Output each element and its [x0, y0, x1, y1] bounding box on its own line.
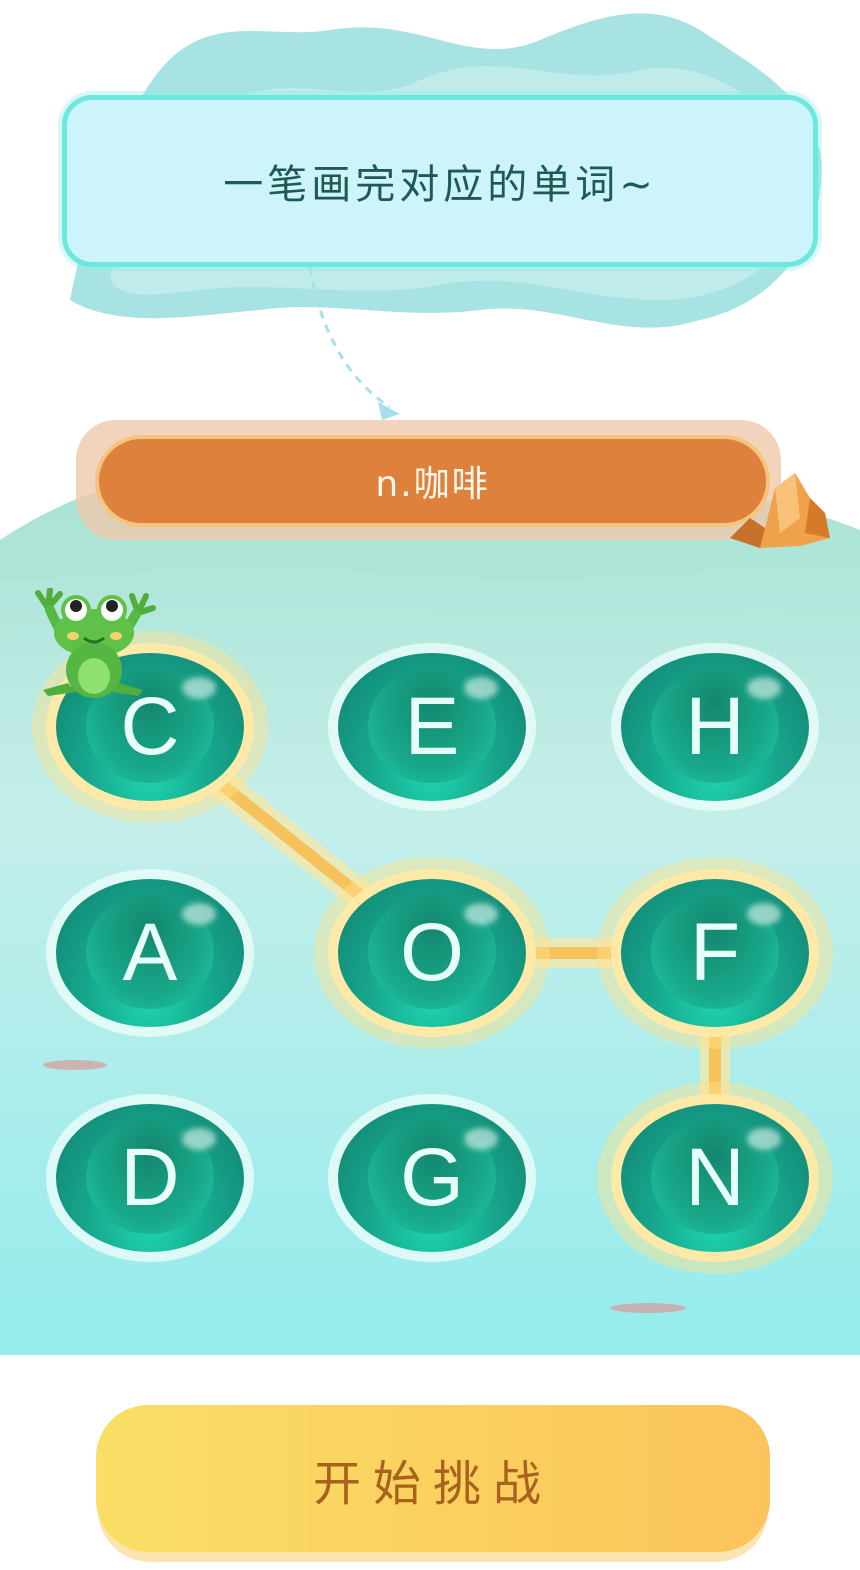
letter-node-f[interactable]: F: [597, 857, 833, 1049]
letter-node-n[interactable]: N: [597, 1082, 833, 1274]
letter-node-a[interactable]: A: [46, 869, 254, 1037]
letter-label: G: [400, 1132, 464, 1223]
letter-node-e[interactable]: E: [328, 643, 536, 811]
letter-label: A: [122, 907, 178, 998]
letter-label: N: [685, 1132, 745, 1223]
letter-node-h[interactable]: H: [611, 643, 819, 811]
letter-node-g[interactable]: G: [328, 1094, 536, 1262]
start-challenge-label: 开始挑战: [312, 1455, 553, 1512]
letter-label: D: [120, 1132, 180, 1223]
start-challenge-button[interactable]: 开始挑战: [96, 1405, 770, 1552]
frog-mascot-icon: [35, 588, 156, 698]
letter-label: E: [404, 681, 460, 772]
letter-label: H: [685, 681, 745, 772]
letter-node-d[interactable]: D: [46, 1094, 254, 1262]
letter-node-o[interactable]: O: [314, 857, 550, 1049]
letter-label: O: [400, 907, 464, 998]
letter-label: F: [689, 907, 741, 998]
